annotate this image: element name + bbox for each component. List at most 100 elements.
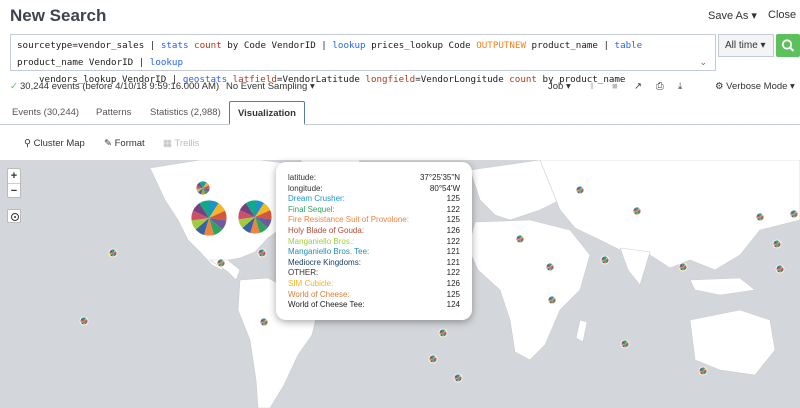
cluster-pie[interactable] [547, 295, 557, 305]
pause-icon[interactable]: ‖ [590, 81, 594, 92]
tooltip-series-row: Holy Blade of Gouda: 126 [288, 226, 460, 237]
tooltip-series-value: 122 [446, 236, 460, 246]
query-token: count [194, 40, 228, 51]
tooltip-series-row: Manganiello Bros.: 122 [288, 237, 460, 248]
page-title: New Search [10, 6, 107, 25]
cluster-pie[interactable] [600, 255, 610, 265]
tooltip-series-name: Holy Blade of Gouda: [288, 225, 365, 235]
query-token: table [614, 40, 643, 51]
search-query-line-1: sourcetype=vendor_sales | stats count by… [17, 37, 709, 71]
share-icon[interactable]: ↗ [634, 81, 642, 92]
zoom-controls: + − [7, 168, 21, 198]
query-token: prices_lookup Code [371, 40, 477, 51]
job-menu[interactable]: Job ▾ [548, 81, 571, 92]
tooltip-series-name: Final Sequel: [288, 204, 335, 214]
format-button[interactable]: ✎ Format [104, 138, 145, 149]
time-range-picker[interactable]: All time ▾ [718, 34, 774, 57]
query-token: lookup [332, 40, 372, 51]
tab-patterns[interactable]: Patterns [96, 101, 131, 125]
tooltip-series-name: OTHER: [288, 268, 319, 278]
cluster-map-button[interactable]: ⚲ Cluster Map [24, 138, 85, 149]
zoom-in-button[interactable]: + [8, 169, 20, 184]
close-link[interactable]: Close [768, 9, 796, 21]
visualization-toolbar: ⚲ Cluster Map ✎ Format ▦ Trellis [0, 131, 800, 155]
search-icon [781, 39, 795, 52]
print-icon[interactable]: ⎙ [656, 81, 664, 92]
save-as-menu[interactable]: Save As ▾ [708, 9, 757, 22]
check-icon: ✓ [10, 81, 18, 92]
tooltip-series-row: SIM Cubicle: 126 [288, 279, 460, 290]
expand-search-chevron-icon[interactable]: ⌄ [699, 55, 707, 72]
tooltip-series-row: Dream Crusher: 125 [288, 194, 460, 205]
tooltip-series-name: Fire Resistance Suit of Provolone: [288, 215, 409, 225]
cluster-pie[interactable] [108, 248, 118, 258]
search-mode-dropdown[interactable]: ⚙ Verbose Mode ▾ [715, 81, 795, 92]
event-sampling-dropdown[interactable]: No Event Sampling ▾ [226, 81, 315, 92]
mode-icon: ⚙ [715, 81, 727, 92]
brush-icon: ✎ [104, 138, 115, 149]
cluster-pie[interactable] [632, 206, 642, 216]
tooltip-series-name: Dream Crusher: [288, 194, 345, 204]
tooltip-series-name: World of Cheese: [288, 289, 350, 299]
tooltip-longitude-row: longitude: 80°54'W [288, 183, 460, 193]
query-token: by Code VendorID [227, 40, 322, 51]
cluster-pie[interactable] [453, 373, 463, 383]
tooltip-latitude-row: latitude: 37°25'35"N [288, 173, 460, 182]
tooltip-series-name: Mediocre Kingdoms: [288, 257, 361, 267]
cluster-pie[interactable] [438, 328, 448, 338]
tab-statistics[interactable]: Statistics (2,988) [150, 101, 221, 125]
tooltip-series-value: 125 [446, 215, 460, 225]
cluster-pie[interactable] [698, 366, 708, 376]
tab-events[interactable]: Events (30,244) [12, 101, 79, 125]
cluster-pie[interactable] [772, 239, 782, 249]
cluster-pie[interactable] [678, 262, 688, 272]
cluster-pie[interactable] [257, 248, 267, 258]
locate-button[interactable] [7, 209, 21, 223]
cluster-pie[interactable] [216, 258, 226, 268]
tooltip-series-row: World of Cheese: 125 [288, 290, 460, 301]
tooltip-series-value: 121 [446, 257, 460, 267]
query-token: | [149, 40, 161, 51]
stop-icon[interactable]: ■ [612, 81, 618, 92]
tooltip-series-name: World of Cheese Tee: [288, 300, 365, 310]
query-token: lookup [149, 57, 183, 68]
query-token: product_name [531, 40, 604, 51]
cluster-pie[interactable] [428, 354, 438, 364]
trellis-icon: ▦ [163, 138, 175, 149]
cluster-pie[interactable] [775, 264, 785, 274]
cluster-pie[interactable] [190, 199, 228, 237]
cluster-pie[interactable] [789, 209, 799, 219]
tooltip-series-row: OTHER: 122 [288, 268, 460, 279]
cluster-pie[interactable] [237, 199, 273, 235]
tooltip-series-value: 125 [446, 289, 460, 299]
event-count: 30,244 events (before 4/10/18 9:59:16.00… [20, 81, 220, 92]
results-tabs: Events (30,244) Patterns Statistics (2,9… [0, 101, 800, 125]
export-icon[interactable]: ⤓ [678, 81, 682, 92]
query-token: | [138, 57, 150, 68]
tooltip-series-name: Manganiello Bros.: [288, 236, 355, 246]
trellis-button: ▦ Trellis [163, 138, 200, 149]
cluster-pie[interactable] [575, 185, 585, 195]
search-button[interactable] [776, 34, 800, 57]
cluster-pie[interactable] [195, 180, 211, 196]
query-token: product_name VendorID [17, 57, 139, 68]
cluster-pie[interactable] [515, 234, 525, 244]
cluster-pie[interactable] [259, 317, 269, 327]
tooltip-series-row: Final Sequel: 122 [288, 205, 460, 216]
cluster-pie[interactable] [620, 339, 630, 349]
tooltip-series-value: 126 [446, 278, 460, 288]
map-tooltip: latitude: 37°25'35"N longitude: 80°54'W … [276, 162, 472, 320]
query-token: | [603, 40, 615, 51]
tooltip-series-value: 126 [446, 225, 460, 235]
query-token: | [321, 40, 333, 51]
tooltip-series-value: 122 [446, 268, 460, 278]
cluster-pie[interactable] [79, 316, 89, 326]
tooltip-series-name: Manganiello Bros. Tee: [288, 247, 370, 257]
cluster-pie[interactable] [755, 212, 765, 222]
zoom-out-button[interactable]: − [8, 184, 20, 198]
tooltip-series-row: Fire Resistance Suit of Provolone: 125 [288, 215, 460, 226]
tab-visualization[interactable]: Visualization [229, 101, 305, 125]
cluster-pie[interactable] [545, 262, 555, 272]
tooltip-series-row: World of Cheese Tee: 124 [288, 300, 460, 311]
search-input[interactable]: sourcetype=vendor_sales | stats count by… [10, 34, 716, 85]
